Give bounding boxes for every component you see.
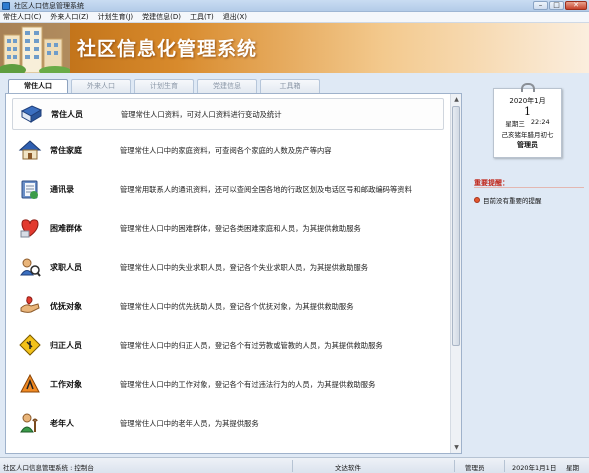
window-title-bar: 社区人口信息管理系统 – □ ✕ (0, 0, 589, 12)
list-item[interactable]: 工作对象 管理常住人口中的工作对象，登记各个有过违法行为的人员，为其提供救助服务 (12, 368, 444, 400)
item-name: 常住家庭 (50, 145, 82, 155)
warning-sign-icon (19, 334, 41, 356)
job-seeker-icon (20, 258, 41, 277)
banner-title: 社区信息化管理系统 (77, 38, 258, 60)
list-item[interactable]: 常住人员 管理常住人口资料，可对人口资料进行变动及统计 (12, 98, 444, 130)
list-item[interactable]: 通讯录 管理常用联系人的通讯资料，还可以查阅全国各地的行政区划及电话区号和邮政编… (12, 173, 444, 205)
item-description: 管理常住人口中的家庭资料，可查阅各个家庭的人数及房产等内容 (120, 145, 332, 155)
status-bar: 社区人口信息管理系统 : 控制台 文达软件 管理员 2020年1月1日 星期 (0, 457, 589, 473)
preferential-care-icon (20, 296, 40, 313)
list-item[interactable]: 归正人员 管理常住人口中的归正人员，登记各个有过劳教或管教的人员，为其提供救助服… (12, 329, 444, 361)
calendar-time: 22:24 (530, 118, 550, 126)
menu-item-family-planning[interactable]: 计划生育(J) (98, 12, 134, 22)
item-description: 管理常用联系人的通讯资料，还可以查阅全国各地的行政区划及电话区号和邮政编码等资料 (120, 184, 412, 194)
status-separator (504, 460, 505, 472)
function-panel: 常住人员 管理常住人口资料，可对人口资料进行变动及统计 常住家庭 管理常住人口中… (5, 93, 462, 454)
bullet-icon (474, 197, 480, 203)
item-name: 通讯录 (50, 184, 74, 194)
list-item[interactable]: 优抚对象 管理常住人口中的优先抚助人员，登记各个优抚对象，为其提供救助服务 (12, 290, 444, 322)
buildings-icon (0, 23, 70, 73)
status-company: 文达软件 (335, 464, 361, 472)
item-name: 老年人 (50, 418, 74, 428)
list-item[interactable]: 常住家庭 管理常住人口中的家庭资料，可查阅各个家庭的人数及房产等内容 (12, 134, 444, 166)
notice-item[interactable]: 目前没有重要的提醒 (474, 195, 542, 205)
function-list: 常住人员 管理常住人口资料，可对人口资料进行变动及统计 常住家庭 管理常住人口中… (6, 94, 451, 453)
notice-text: 目前没有重要的提醒 (483, 197, 542, 205)
menu-item-tools[interactable]: 工具(T) (190, 12, 214, 22)
calendar-weekday: 星期三 (505, 120, 525, 128)
address-book-icon (21, 180, 38, 199)
scroll-thumb[interactable] (452, 106, 460, 346)
item-description: 管理常住人口中的困难群体，登记各类困难家庭和人员，为其提供救助服务 (120, 223, 361, 233)
status-separator (454, 460, 455, 472)
tab-bar: 常住人口 外来人口 计划生育 党建信息 工具箱 (8, 79, 320, 94)
heart-icon (20, 219, 39, 238)
close-button[interactable]: ✕ (565, 1, 587, 10)
item-description: 管理常住人口中的归正人员，登记各个有过劳教或管教的人员，为其提供救助服务 (120, 340, 383, 350)
tab-party[interactable]: 党建信息 (197, 79, 257, 93)
tab-resident[interactable]: 常住人口 (8, 79, 68, 94)
work-target-icon (20, 373, 40, 393)
house-icon (18, 140, 42, 160)
item-name: 归正人员 (50, 340, 82, 350)
status-app-name: 社区人口信息管理系统 : 控制台 (3, 464, 94, 472)
item-description: 管理常住人口中的失业求职人员，登记各个失业求职人员，为其提供救助服务 (120, 262, 369, 272)
status-weekday: 星期 (566, 464, 579, 472)
menu-item-exit[interactable]: 退出(X) (223, 12, 247, 22)
menu-item-party[interactable]: 党建信息(D) (142, 12, 181, 22)
calendar-lunar-date: 己亥猪年腊月初七 (501, 131, 554, 139)
list-item[interactable]: 困难群体 管理常住人口中的困难群体，登记各类困难家庭和人员，为其提供救助服务 (12, 212, 444, 244)
menu-item-migrant[interactable]: 外来人口(Z) (50, 12, 88, 22)
scroll-down-icon[interactable]: ▼ (452, 443, 461, 452)
calendar-user: 管理员 (517, 141, 538, 149)
tab-family-planning[interactable]: 计划生育 (134, 79, 194, 93)
item-name: 求职人员 (50, 262, 82, 272)
status-user: 管理员 (465, 464, 485, 472)
calendar-day: 1 (524, 105, 531, 118)
item-description: 管理常住人口中的工作对象，登记各个有过违法行为的人员，为其提供救助服务 (120, 379, 376, 389)
item-description: 管理常住人口资料，可对人口资料进行变动及统计 (121, 109, 282, 119)
tab-migrant[interactable]: 外来人口 (71, 79, 131, 93)
list-item[interactable]: 求职人员 管理常住人口中的失业求职人员，登记各个失业求职人员，为其提供救助服务 (12, 251, 444, 283)
menu-item-resident[interactable]: 常住人口(C) (3, 12, 41, 22)
calendar-ring-icon (521, 83, 535, 92)
tab-toolbox[interactable]: 工具箱 (260, 79, 320, 93)
list-item[interactable]: 老年人 管理常住人口中的老年人员，为其提供服务 (12, 407, 444, 439)
item-name: 工作对象 (50, 379, 82, 389)
app-icon (2, 1, 10, 10)
menu-bar: 常住人口(C) 外来人口(Z) 计划生育(J) 党建信息(D) 工具(T) 退出… (0, 12, 589, 23)
item-name: 困难群体 (50, 223, 82, 233)
item-description: 管理常住人口中的优先抚助人员，登记各个优抚对象，为其提供救助服务 (120, 301, 354, 311)
book-icon (20, 105, 43, 123)
scroll-up-icon[interactable]: ▲ (452, 95, 461, 104)
calendar-widget: 2020年1月 1 星期三 22:24 己亥猪年腊月初七 管理员 (493, 83, 562, 158)
status-separator (292, 460, 293, 472)
window-title: 社区人口信息管理系统 (14, 1, 84, 10)
maximize-button[interactable]: □ (549, 1, 564, 10)
status-date: 2020年1月1日 (512, 464, 557, 472)
vertical-scrollbar[interactable]: ▲ ▼ (450, 94, 461, 453)
item-name: 常住人员 (51, 109, 83, 119)
minimize-button[interactable]: – (533, 1, 548, 10)
header-banner: 社区信息化管理系统 (0, 23, 589, 73)
item-description: 管理常住人口中的老年人员，为其提供服务 (120, 418, 259, 428)
notice-divider (474, 187, 584, 188)
elderly-icon (20, 413, 38, 433)
item-name: 优抚对象 (50, 301, 82, 311)
